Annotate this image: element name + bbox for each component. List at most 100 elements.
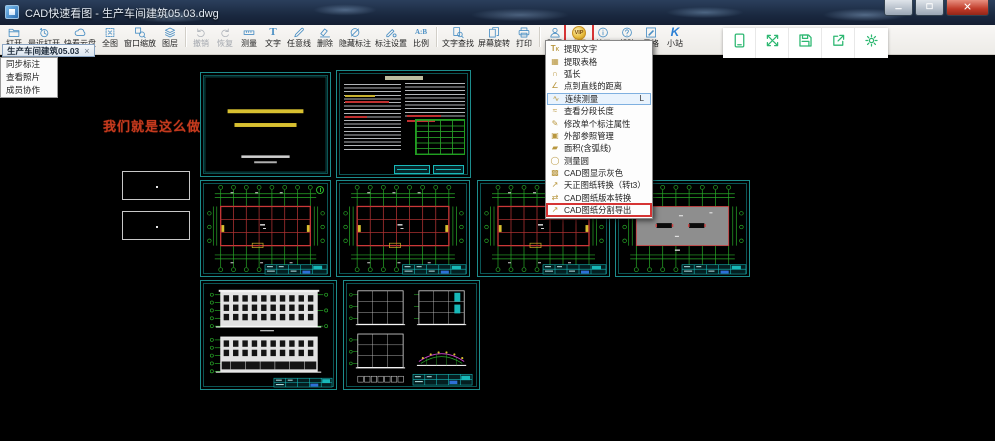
toolbar-button-label: 比例 bbox=[413, 39, 429, 48]
help-icon bbox=[619, 26, 635, 39]
menu-item-label: 测量圆 bbox=[564, 155, 642, 167]
menu-item-extract-text[interactable]: TK 提取文字 bbox=[547, 43, 651, 55]
window-zoom-icon bbox=[132, 26, 148, 39]
menu-item-gray-display[interactable]: ▩ CAD图显示灰色 bbox=[547, 167, 651, 179]
toolbar-ksite[interactable]: K 小站 bbox=[663, 26, 687, 48]
menu-item-label: 天正图纸转换（转t3） bbox=[564, 179, 646, 191]
toolbar-button-label: 屏幕旋转 bbox=[478, 39, 510, 48]
measure-circle-icon: ◯ bbox=[549, 156, 561, 166]
toolbar-measure[interactable]: 测量 bbox=[237, 26, 261, 48]
item-minimize[interactable] bbox=[884, 0, 913, 16]
freehand-line-icon bbox=[291, 26, 307, 39]
drawing-floor-plan-1 bbox=[200, 180, 331, 277]
hide-annotation-icon bbox=[347, 26, 363, 39]
ksite-icon: K bbox=[667, 26, 683, 39]
item-maximize[interactable] bbox=[915, 0, 944, 16]
toolbar-separator bbox=[185, 27, 186, 47]
toolbar-print[interactable]: 打印 bbox=[512, 26, 536, 48]
menu-item-point-line-distance[interactable]: ∠ 点到直线的距离 bbox=[547, 80, 651, 92]
document-tab[interactable]: 生产车间建筑05.03 × bbox=[2, 44, 95, 57]
toolbar-button-label: 打印 bbox=[516, 39, 532, 48]
settings-gear-icon bbox=[863, 32, 880, 54]
toolbar-text[interactable]: T 文字 bbox=[261, 26, 285, 48]
extract-table-icon: ▦ bbox=[549, 57, 561, 67]
toolbar-button-label: 测量 bbox=[241, 39, 257, 48]
drawing-elevations bbox=[200, 280, 337, 390]
toolbar-separator bbox=[539, 27, 540, 47]
extract-text-icon: TK bbox=[549, 44, 561, 55]
continuous-measure-icon: ∿ bbox=[550, 94, 562, 104]
empty-frame-rect bbox=[122, 211, 190, 240]
toolbar-scale-ratio[interactable]: A:B 比例 bbox=[409, 26, 433, 48]
minimize-icon bbox=[893, 0, 904, 17]
cloud-drive-icon bbox=[72, 26, 88, 39]
screenshot-tool-panel bbox=[723, 28, 888, 58]
window-title: CAD快速看图 - 生产车间建筑05.03.dwg bbox=[25, 5, 219, 21]
toolbar-annotation-settings[interactable]: 标注设置 bbox=[373, 26, 409, 48]
toolbar-button-label: 删除 bbox=[317, 39, 333, 48]
quick-menu-item[interactable]: 查看照片 bbox=[1, 71, 57, 84]
undo-icon bbox=[193, 26, 209, 39]
toolbar-button-label: 任意线 bbox=[287, 39, 311, 48]
recent-clock-icon bbox=[36, 26, 52, 39]
menu-item-measure-circle[interactable]: ◯ 测量圆 bbox=[547, 155, 651, 167]
close-icon bbox=[962, 0, 973, 17]
titlebar: CAD快速看图 - 生产车间建筑05.03.dwg bbox=[0, 0, 995, 25]
menu-item-continuous-measure[interactable]: ∿ 连续测量 L bbox=[547, 93, 651, 105]
drawing-floor-plan-2 bbox=[336, 180, 470, 277]
panel-save[interactable] bbox=[789, 28, 822, 58]
menu-item-area[interactable]: ▰ 面积(含弧线) bbox=[547, 142, 651, 154]
text-icon: T bbox=[265, 26, 281, 39]
menu-item-xref-manage[interactable]: ▣ 外部参照管理 bbox=[547, 130, 651, 142]
toolbar-freehand-line[interactable]: 任意线 bbox=[285, 26, 313, 48]
drawing-sections bbox=[343, 280, 480, 390]
menu-item-label: 连续测量 bbox=[565, 93, 637, 105]
toolbar-erase[interactable]: 删除 bbox=[313, 26, 337, 48]
menu-item-edit-annotation[interactable]: ✎ 修改单个标注属性 bbox=[547, 117, 651, 129]
erase-icon bbox=[317, 26, 333, 39]
toolbar-button-label: 图层 bbox=[162, 39, 178, 48]
menu-item-segment-length[interactable]: ≈ 查看分段长度 bbox=[547, 105, 651, 117]
panel-fullscreen[interactable] bbox=[756, 28, 789, 58]
menu-item-extract-table[interactable]: ▦ 提取表格 bbox=[547, 55, 651, 67]
tab-close-icon[interactable]: × bbox=[84, 47, 89, 55]
menu-item-tianzheng-convert[interactable]: ↗ 天正图纸转换（转t3） bbox=[547, 179, 651, 191]
menu-item-arc-length[interactable]: ∩ 弧长 bbox=[547, 68, 651, 80]
arc-length-icon: ∩ bbox=[549, 69, 561, 79]
toolbar-redo[interactable]: 恢复 bbox=[213, 26, 237, 48]
vip-menu: TK 提取文字 ▦ 提取表格 ∩ 弧长 ∠ 点到直线的距离 bbox=[545, 40, 653, 219]
segment-length-icon: ≈ bbox=[549, 106, 561, 116]
point-line-distance-icon: ∠ bbox=[549, 81, 561, 91]
full-extent-icon bbox=[102, 26, 118, 39]
canvas-slogan-text: 我们就是这么做的 bbox=[103, 116, 215, 135]
toolbar-full-extent[interactable]: 全图 bbox=[98, 26, 122, 48]
toolbar-button-label: 标注设置 bbox=[375, 39, 407, 48]
toolbar-window-zoom[interactable]: 窗口缩放 bbox=[122, 26, 158, 48]
quick-menu-item[interactable]: 成员协作 bbox=[1, 84, 57, 97]
tianzheng-convert-icon: ↗ bbox=[549, 180, 561, 190]
panel-share-export[interactable] bbox=[822, 28, 855, 58]
quick-menu-item[interactable]: 同步标注 bbox=[1, 58, 57, 71]
menu-item-label: 提取文字 bbox=[564, 43, 642, 55]
version-convert-icon: ⇄ bbox=[549, 193, 561, 203]
toolbar-hide-annotation[interactable]: 隐藏标注 bbox=[337, 26, 373, 48]
toolbar-button-label: 全图 bbox=[102, 39, 118, 48]
toolbar-button-label: 文字 bbox=[265, 39, 281, 48]
toolbar-screen-rotate[interactable]: 屏幕旋转 bbox=[476, 26, 512, 48]
menu-item-label: CAD图显示灰色 bbox=[564, 167, 642, 179]
panel-settings-gear[interactable] bbox=[855, 28, 888, 58]
open-folder-icon bbox=[6, 26, 22, 39]
item-close[interactable] bbox=[946, 0, 989, 16]
menu-item-label: 提取表格 bbox=[564, 56, 642, 68]
toolbar-button-label: 恢复 bbox=[217, 39, 233, 48]
toolbar-layers[interactable]: 图层 bbox=[158, 26, 182, 48]
drawing-canvas[interactable]: 我们就是这么做的 bbox=[0, 47, 995, 441]
toolbar-button-label: 文字查找 bbox=[442, 39, 474, 48]
panel-mobile-sync[interactable] bbox=[723, 28, 756, 58]
menu-item-split-export[interactable]: ↗ CAD图纸分割导出 bbox=[547, 204, 651, 216]
share-export-icon bbox=[830, 32, 847, 54]
menu-item-version-convert[interactable]: ⇄ CAD图纸版本转换 bbox=[547, 192, 651, 204]
layers-icon bbox=[162, 26, 178, 39]
toolbar-undo[interactable]: 撤销 bbox=[189, 26, 213, 48]
toolbar-find-text[interactable]: 文字查找 bbox=[440, 26, 476, 48]
